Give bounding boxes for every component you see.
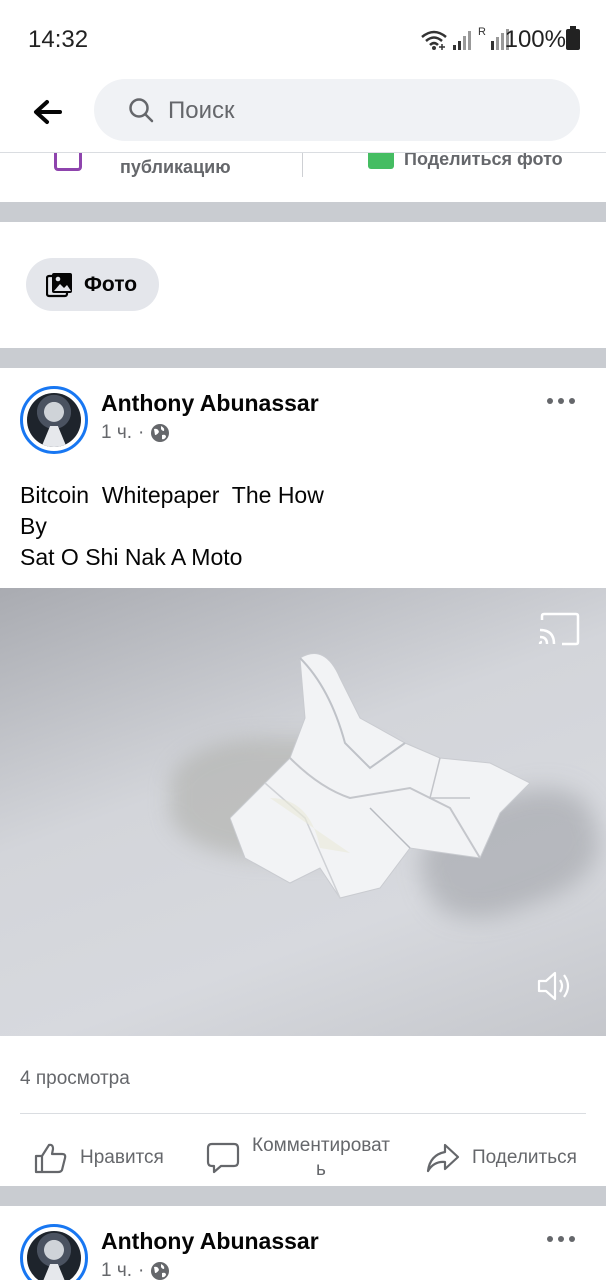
battery-icon <box>566 26 580 50</box>
post: Anthony Abunassar 1 ч. · <box>0 1206 606 1280</box>
share-icon <box>426 1143 460 1173</box>
status-icons: R <box>420 26 512 54</box>
section-separator <box>0 348 606 368</box>
back-arrow-icon[interactable] <box>30 94 66 130</box>
photo-icon <box>368 153 394 169</box>
composer-divider <box>302 153 303 177</box>
create-post-label: публикацию <box>120 157 231 177</box>
search-placeholder: Поиск <box>168 97 235 124</box>
like-label: Нравится <box>80 1147 164 1168</box>
actions-divider <box>20 1113 586 1114</box>
video-frame-crumpled-paper <box>230 653 530 899</box>
battery-percent: 100% <box>504 26 566 53</box>
avatar[interactable] <box>20 1224 88 1280</box>
meta-separator: · <box>138 1260 145 1280</box>
photo-chip-label: Фото <box>84 273 138 296</box>
post-meta: 1 ч. · <box>101 422 170 444</box>
comment-icon <box>206 1142 240 1174</box>
wifi-icon <box>421 30 447 50</box>
roaming-indicator: R <box>478 26 486 38</box>
avatar-image <box>27 393 81 447</box>
avatar-image <box>27 1231 81 1280</box>
share-label: Поделиться <box>472 1147 577 1168</box>
post-time[interactable]: 1 ч. <box>101 422 132 444</box>
share-button[interactable]: Поделиться <box>426 1128 577 1188</box>
photo-chip[interactable]: Фото <box>26 258 159 311</box>
search-bar: Поиск <box>0 78 606 152</box>
post: Anthony Abunassar 1 ч. · Bitcoin Whitepa… <box>0 368 606 1186</box>
photos-icon <box>46 273 72 298</box>
more-options-icon[interactable] <box>546 1234 576 1244</box>
search-input[interactable]: Поиск <box>94 79 580 141</box>
post-time[interactable]: 1 ч. <box>101 1260 132 1280</box>
video-player[interactable] <box>0 588 606 1036</box>
signal-icon <box>453 31 472 50</box>
cast-icon[interactable] <box>538 612 580 646</box>
post-author[interactable]: Anthony Abunassar <box>101 390 319 417</box>
post-author[interactable]: Anthony Abunassar <box>101 1228 319 1255</box>
view-count: 4 просмотра <box>20 1068 130 1089</box>
create-post-button[interactable]: публикацию <box>0 153 303 202</box>
edit-icon <box>54 153 82 171</box>
section-separator <box>0 202 606 222</box>
thumbs-up-icon <box>34 1143 67 1174</box>
section-separator <box>0 1186 606 1206</box>
share-photo-label: Поделиться фото <box>404 152 563 169</box>
more-options-icon[interactable] <box>546 396 576 406</box>
meta-separator: · <box>138 422 145 443</box>
comment-button[interactable]: Комментироват ь <box>206 1128 390 1188</box>
like-button[interactable]: Нравится <box>34 1128 164 1188</box>
post-text: Bitcoin Whitepaper The How By Sat O Shi … <box>20 482 324 570</box>
status-bar: 14:32 R 100% <box>0 0 606 78</box>
photo-filter-section: Фото <box>0 222 606 348</box>
status-time: 14:32 <box>28 26 89 53</box>
globe-icon <box>151 424 170 442</box>
comment-label: Комментироват ь <box>252 1135 391 1180</box>
composer-row: публикацию Поделиться фото <box>0 152 606 202</box>
search-icon <box>129 98 154 123</box>
post-meta: 1 ч. · <box>101 1260 170 1280</box>
volume-icon[interactable] <box>536 968 572 1004</box>
avatar[interactable] <box>20 386 88 454</box>
globe-icon <box>151 1262 170 1280</box>
